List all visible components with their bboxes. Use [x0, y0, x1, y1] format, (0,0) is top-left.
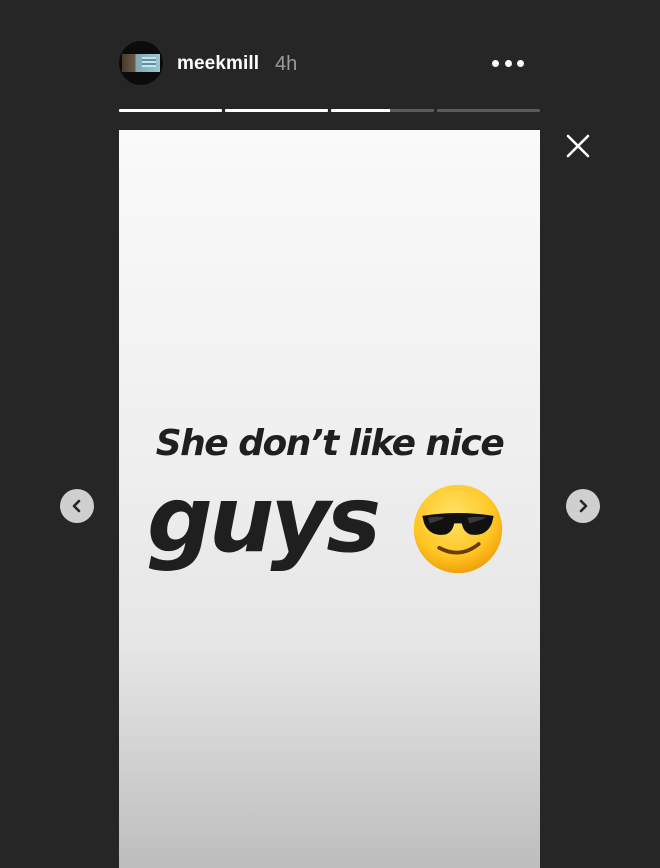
close-button[interactable] — [566, 134, 590, 158]
dot-icon — [492, 59, 499, 67]
post-time: 4h — [275, 53, 298, 75]
username[interactable]: meekmill — [177, 53, 259, 75]
story-header: meekmill 4h — [119, 41, 540, 87]
progress-segment — [119, 109, 222, 112]
progress-segment — [225, 109, 328, 112]
smiling-face-with-sunglasses-icon — [413, 484, 503, 574]
story-progress-bar — [119, 109, 540, 112]
close-icon — [566, 134, 590, 158]
story-text-line-1: She don’t like nice — [155, 423, 505, 464]
story-text-line-2: guys — [147, 466, 381, 573]
chevron-left-icon — [72, 499, 81, 513]
progress-segment — [437, 109, 540, 112]
story-content[interactable]: She don’t like nice guys — [119, 130, 540, 868]
avatar[interactable] — [119, 41, 163, 85]
progress-segment — [331, 109, 434, 112]
next-story-button[interactable] — [566, 489, 600, 523]
dot-icon — [517, 59, 524, 67]
chevron-right-icon — [579, 499, 588, 513]
story-viewer: meekmill 4h She don’t like nice guys — [0, 0, 660, 868]
avatar-image — [122, 54, 160, 72]
dot-icon — [504, 59, 512, 67]
previous-story-button[interactable] — [60, 489, 94, 523]
more-options-button[interactable] — [492, 53, 524, 73]
